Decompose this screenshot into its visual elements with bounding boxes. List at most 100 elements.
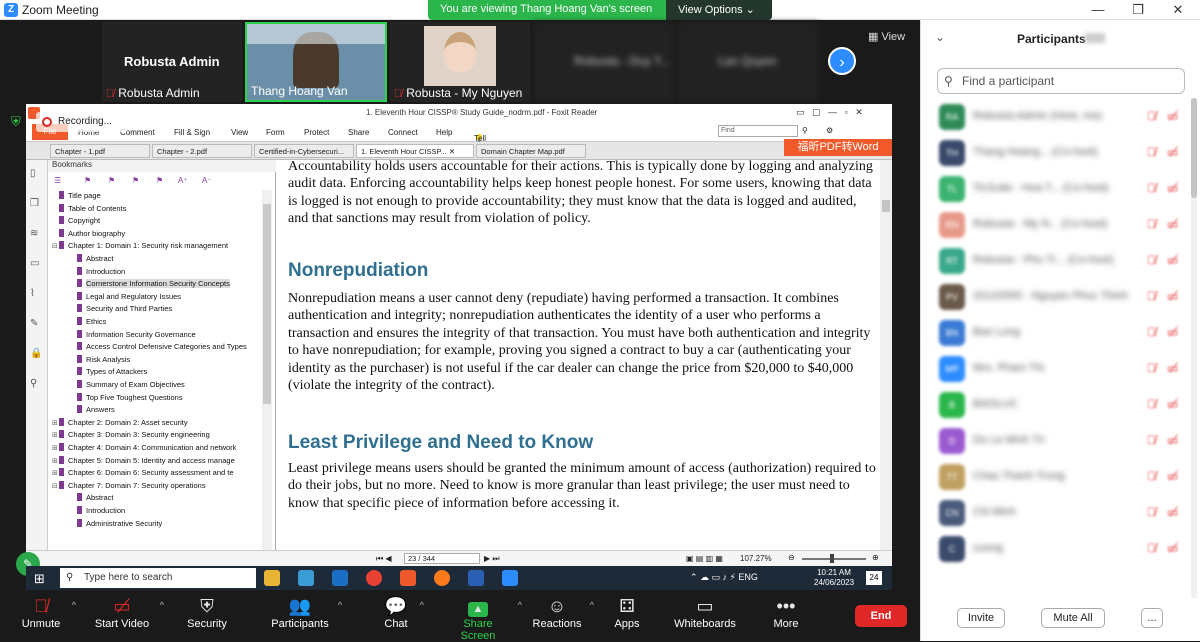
chevron-up-icon[interactable]: ^ bbox=[518, 600, 522, 610]
participant-row[interactable]: RA Robusta Admin (Host, me) 🎙̸ ▭̸ bbox=[921, 100, 1191, 136]
document-scrollbar[interactable] bbox=[880, 160, 892, 554]
video-tile-robusta-admin[interactable]: Robusta Admin 🎙̸ Robusta Admin bbox=[102, 22, 242, 102]
attachment-icon[interactable]: ⌇ bbox=[30, 288, 44, 300]
find-participant-input[interactable]: ⚲ Find a participant bbox=[937, 68, 1185, 94]
pages-icon[interactable]: ❐ bbox=[30, 198, 44, 210]
expand-toggle-icon[interactable]: ⊞ bbox=[52, 456, 59, 468]
lock-icon[interactable]: 🔒 bbox=[30, 348, 44, 360]
bookmark-item[interactable]: Information Security Governance bbox=[70, 329, 196, 341]
bookmark-item[interactable]: ⊞ Chapter 5: Domain 5: Identity and acces… bbox=[52, 455, 235, 467]
tab-chapter-2[interactable]: Chapter - 2.pdf bbox=[152, 144, 252, 158]
more-options-button[interactable]: ... bbox=[1141, 608, 1163, 628]
firefox-icon[interactable] bbox=[434, 570, 450, 586]
bookmark-item[interactable]: Abstract bbox=[70, 492, 114, 504]
mic-muted-icon[interactable]: 🎙̸ bbox=[1147, 253, 1156, 267]
page-nav-prev-icon[interactable]: ⏮ ◀ bbox=[376, 554, 392, 564]
bookmark-item[interactable]: Types of Attackers bbox=[70, 366, 147, 378]
page-number-input[interactable]: 23 / 344 bbox=[404, 553, 480, 564]
layers-icon[interactable]: ≋ bbox=[30, 228, 44, 240]
tab-eleventh-hour[interactable]: 1. Eleventh Hour CISSP... ✕ bbox=[356, 144, 474, 158]
search-icon[interactable]: ⚲ bbox=[802, 126, 808, 135]
video-off-icon[interactable]: ▭̸ bbox=[1167, 289, 1178, 303]
bookmark-item[interactable]: Abstract bbox=[70, 253, 114, 265]
chevron-up-icon[interactable]: ^ bbox=[420, 600, 424, 610]
video-off-icon[interactable]: ▭̸ bbox=[1167, 253, 1178, 267]
word-icon[interactable] bbox=[468, 570, 484, 586]
view-button[interactable]: ▦ View bbox=[868, 30, 905, 43]
video-off-icon[interactable]: ▭̸ bbox=[1167, 541, 1178, 555]
start-video-button[interactable]: ▭̸ Start Video ^ bbox=[92, 592, 164, 641]
expand-toggle-icon[interactable]: ⊟ bbox=[52, 481, 59, 493]
bookmark-item[interactable]: ⊟ Chapter 7: Domain 7: Security operation… bbox=[52, 480, 206, 492]
more-button[interactable]: ••• More bbox=[770, 592, 802, 641]
bookmark-item[interactable]: ⊞ Chapter 4: Domain 4: Communication and … bbox=[52, 442, 236, 454]
menu-share[interactable]: Share bbox=[348, 128, 369, 137]
bookmark-item[interactable]: Risk Analysis bbox=[70, 354, 130, 366]
minimize-icon[interactable]: — bbox=[1088, 2, 1108, 17]
font-increase-icon[interactable]: A⁺ bbox=[178, 176, 188, 185]
next-page-arrow-icon[interactable]: › bbox=[828, 47, 856, 75]
video-tile-blurred-2[interactable]: Lan Quyen bbox=[678, 22, 818, 102]
pdf-to-word-badge[interactable]: 福昕PDF转Word bbox=[784, 139, 892, 156]
encryption-shield-icon[interactable]: ⛨ bbox=[11, 114, 23, 129]
video-off-icon[interactable]: ▭̸ bbox=[1167, 181, 1178, 195]
bookmark-item[interactable]: Security and Third Parties bbox=[70, 303, 172, 315]
bookmark-item[interactable]: Legal and Regulatory Issues bbox=[70, 291, 181, 303]
menu-fill-sign[interactable]: Fill & Sign bbox=[174, 128, 210, 137]
participant-row[interactable]: D Do Le Minh Tri 🎙̸ ▭̸ bbox=[921, 424, 1191, 460]
bookmark-item[interactable]: Ethics bbox=[70, 316, 106, 328]
participant-scrollbar[interactable] bbox=[1191, 98, 1197, 598]
bookmark-item[interactable]: ⊞ Chapter 2: Domain 2: Asset security bbox=[52, 417, 188, 429]
app-icon-blue[interactable] bbox=[298, 570, 314, 586]
close-tab-icon[interactable]: ✕ bbox=[449, 147, 455, 156]
menu-form[interactable]: Form bbox=[266, 128, 285, 137]
video-off-icon[interactable]: ▭̸ bbox=[1167, 361, 1178, 375]
expand-toggle-icon[interactable]: ⊟ bbox=[52, 241, 59, 253]
bookmark-scrollbar[interactable] bbox=[262, 190, 272, 550]
bookmark-item[interactable]: Top Five Toughest Questions bbox=[70, 392, 183, 404]
signature-icon[interactable]: ✎ bbox=[30, 318, 44, 330]
zoom-slider[interactable] bbox=[802, 558, 866, 560]
video-off-icon[interactable]: ▭̸ bbox=[1167, 109, 1178, 123]
page-nav-next-icon[interactable]: ▶ ⏭ bbox=[484, 554, 500, 564]
bookmark-tag-icon[interactable]: ⚑ bbox=[108, 176, 115, 185]
video-off-icon[interactable]: ▭̸ bbox=[1167, 433, 1178, 447]
font-decrease-icon[interactable]: A⁻ bbox=[202, 176, 212, 185]
maximize-icon[interactable]: ❐ bbox=[1128, 2, 1148, 18]
participant-row[interactable]: TL TicSuite - Hoa T... (Co-host) 🎙̸ ▭̸ bbox=[921, 172, 1191, 208]
chevron-up-icon[interactable]: ^ bbox=[160, 600, 164, 610]
security-button[interactable]: ⛨ Security bbox=[184, 592, 230, 641]
mic-muted-icon[interactable]: 🎙̸ bbox=[1147, 469, 1156, 483]
bookmark-add-icon[interactable]: ⚑ bbox=[84, 176, 91, 185]
windows-start-icon[interactable]: ⊞ bbox=[34, 571, 45, 587]
zoom-in-icon[interactable]: ⊕ bbox=[872, 553, 879, 562]
foxit-window-controls[interactable]: ▭ ▢ — ▫ ✕ bbox=[796, 107, 863, 118]
menu-view[interactable]: View bbox=[231, 128, 248, 137]
bookmark-item[interactable]: Summary of Exam Objectives bbox=[70, 379, 185, 391]
zoom-taskbar-icon[interactable] bbox=[502, 570, 518, 586]
tab-certified[interactable]: Certified-in-Cybersecuri... bbox=[254, 144, 354, 158]
expand-toggle-icon[interactable]: ⊞ bbox=[52, 418, 59, 430]
video-off-icon[interactable]: ▭̸ bbox=[1167, 505, 1178, 519]
unmute-button[interactable]: 🎙̸ Unmute ^ bbox=[18, 592, 76, 641]
end-meeting-button[interactable]: End bbox=[855, 605, 907, 627]
participant-row[interactable]: RT Robusta - Phu Tr... (Co-host) 🎙̸ ▭̸ bbox=[921, 244, 1191, 280]
mic-muted-icon[interactable]: 🎙̸ bbox=[1147, 109, 1156, 123]
participants-button[interactable]: 👥 Participants ^ bbox=[270, 592, 342, 641]
view-mode-icons[interactable]: ▣ ▤ ▥ ▦ bbox=[686, 554, 723, 563]
taskbar-clock[interactable]: 10:21 AM 24/06/2023 bbox=[814, 568, 854, 588]
bookmark-panel-icon[interactable]: ▯ bbox=[30, 168, 44, 180]
mic-muted-icon[interactable]: 🎙̸ bbox=[1147, 397, 1156, 411]
participant-row[interactable]: RN Robusta - My N... (Co-host) 🎙̸ ▭̸ bbox=[921, 208, 1191, 244]
bookmark-item[interactable]: Title page bbox=[52, 190, 101, 202]
menu-connect[interactable]: Connect bbox=[388, 128, 418, 137]
mute-all-button[interactable]: Mute All bbox=[1041, 608, 1105, 628]
expand-toggle-icon[interactable]: ⊞ bbox=[52, 443, 59, 455]
mic-muted-icon[interactable]: 🎙̸ bbox=[1147, 217, 1156, 231]
video-off-icon[interactable]: ▭̸ bbox=[1167, 469, 1178, 483]
zoom-slider-thumb[interactable] bbox=[830, 554, 834, 563]
close-icon[interactable]: ✕ bbox=[1168, 2, 1188, 18]
bookmark-item[interactable]: Introduction bbox=[70, 505, 125, 517]
participant-row[interactable]: PV 20120555 - Nguyen Phuc Thinh 🎙̸ ▭̸ bbox=[921, 280, 1191, 316]
recording-indicator[interactable]: Recording... bbox=[36, 112, 128, 132]
